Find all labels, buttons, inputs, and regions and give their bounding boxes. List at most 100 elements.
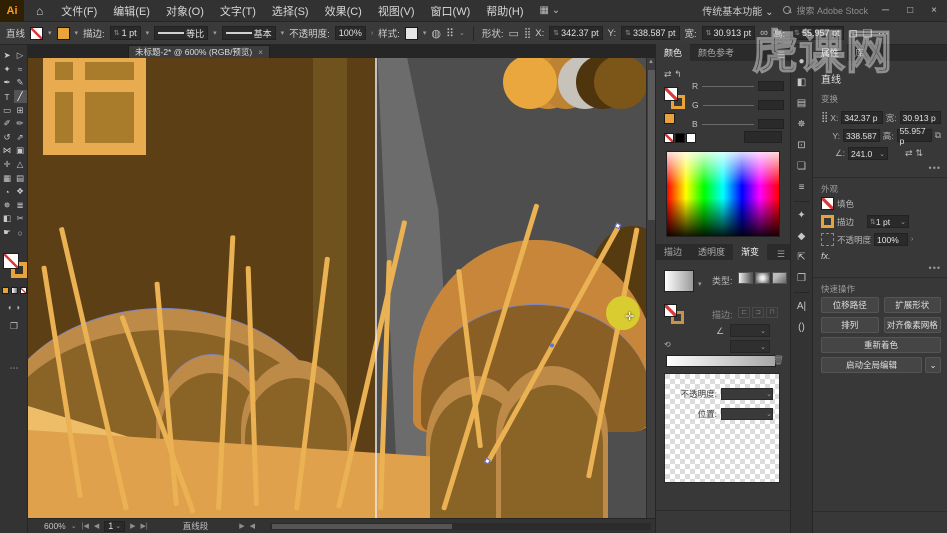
menu-item-7[interactable]: 窗口(W) (431, 6, 471, 18)
style-swatch[interactable] (404, 26, 418, 40)
direct-selection-tool[interactable]: ▷ (14, 49, 27, 63)
zoom-dropdown-icon[interactable]: ⌄ (71, 522, 77, 530)
artboards-panel-icon[interactable]: ❐ (792, 268, 812, 289)
gradient-tool[interactable]: ▤ (14, 171, 27, 185)
align-pixel-grid-button[interactable]: 对齐像素网格 (883, 317, 941, 333)
prop-opacity-label[interactable]: 不透明度 (837, 234, 871, 246)
horizontal-scroll-thumb[interactable] (272, 523, 452, 529)
prop-stroke-swatch[interactable] (821, 215, 834, 228)
shape-builder-tool[interactable]: ⊞ (14, 103, 27, 117)
swatch-none[interactable] (664, 133, 674, 143)
appearance-more-icon[interactable]: ••• (929, 263, 941, 273)
tab-libraries[interactable]: 库 (847, 44, 872, 61)
artboard-number-input[interactable]: 1 ⌄ (104, 520, 126, 532)
zoom-tool[interactable]: ○ (14, 226, 27, 240)
gradient-swatch[interactable] (664, 270, 694, 292)
menu-item-0[interactable]: 文件(F) (61, 6, 97, 18)
color-spectrum[interactable] (666, 151, 780, 237)
menu-item-3[interactable]: 文字(T) (220, 6, 256, 18)
offset-path-button[interactable]: 位移路径 (821, 297, 879, 313)
first-artboard-icon[interactable]: |◀ (82, 522, 89, 530)
minimize-button[interactable]: ─ (878, 5, 893, 16)
prop-width-input[interactable]: 30.913 p (899, 111, 941, 124)
prop-y-input[interactable]: 338.587 (842, 129, 880, 142)
stick-shape[interactable] (378, 260, 392, 511)
color-fill-none[interactable] (664, 87, 678, 101)
home-icon[interactable]: ⌂ (36, 4, 43, 18)
close-button[interactable]: × (927, 5, 941, 16)
blue-slider[interactable] (701, 123, 754, 125)
pen-tool[interactable]: ✒ (1, 76, 14, 90)
menu-item-6[interactable]: 视图(V) (378, 6, 415, 18)
stroke-across-button[interactable]: ⊓ (766, 307, 778, 318)
stick-shape[interactable] (441, 203, 539, 511)
artboard-tool[interactable]: ◧ (1, 212, 14, 226)
opacity-more-icon[interactable]: › (911, 236, 913, 243)
height-input[interactable]: ⇅ 55.957 pt (790, 26, 844, 40)
width-tool[interactable]: ⋈ (1, 144, 14, 158)
canvas[interactable]: ✛ ▲ (28, 58, 655, 518)
status-expand-icon[interactable]: ▶ (239, 522, 244, 530)
column-graph-tool[interactable]: ≣ (14, 199, 27, 213)
delete-stop-icon[interactable]: 🗑 (773, 355, 784, 366)
yellow-circle-shape[interactable] (606, 296, 640, 330)
symbol-sprayer-tool[interactable]: ✵ (1, 199, 14, 213)
selection-tool[interactable]: ➤ (1, 49, 14, 63)
stick-shape[interactable] (216, 235, 235, 511)
more-options-icon[interactable]: ⋯ (878, 27, 889, 40)
blend-tool[interactable]: ❖ (14, 185, 27, 199)
panel-menu-icon[interactable]: ☰ (777, 50, 785, 61)
prop-angle-input[interactable]: 241.0 ⌄ (847, 147, 888, 160)
green-slider[interactable] (702, 104, 754, 106)
tab-properties[interactable]: 属性 (813, 44, 848, 61)
ai-logo[interactable]: Ai (0, 0, 24, 22)
green-value[interactable] (758, 100, 784, 110)
menu-item-5[interactable]: 效果(C) (325, 6, 362, 18)
flip-horizontal-icon[interactable]: ⇄ (905, 148, 913, 159)
export-panel-icon[interactable]: ⇱ (792, 247, 812, 268)
prop-x-input[interactable]: 342.37 p (841, 111, 883, 124)
color-mode-gradient[interactable] (11, 287, 18, 294)
fx-button[interactable]: fx. (821, 251, 831, 261)
stick-shape[interactable] (58, 226, 129, 511)
menu-item-2[interactable]: 对象(O) (166, 6, 204, 18)
width-input[interactable]: ⇅ 30.913 pt (701, 26, 756, 40)
stop-opacity-field[interactable]: ⌄ (721, 388, 773, 400)
scale-tool[interactable]: ⇗ (14, 131, 27, 145)
fill-stroke-indicator[interactable] (3, 253, 27, 279)
swatch-white[interactable] (686, 133, 696, 143)
expand-shape-button[interactable]: 扩展形状 (883, 297, 941, 313)
fill-none-swatch[interactable] (3, 253, 19, 269)
paintbrush-tool[interactable]: ✐ (1, 117, 14, 131)
next-artboard-icon[interactable]: ▶ (130, 522, 135, 530)
transform-icon[interactable]: ⊡ (849, 27, 858, 40)
character-panel-icon[interactable]: A| (792, 296, 812, 317)
swatch-black[interactable] (675, 133, 685, 143)
eyedropper-tool[interactable]: ◔ (1, 185, 14, 199)
menu-item-1[interactable]: 编辑(E) (113, 6, 150, 18)
stick-shape[interactable] (154, 281, 179, 507)
stick-shape[interactable] (336, 220, 407, 509)
perspective-grid-tool[interactable]: △ (14, 158, 27, 172)
graphic-styles-panel-icon[interactable]: ✦ (792, 205, 812, 226)
reference-point-icon[interactable]: ⣿ (821, 112, 828, 123)
curvature-tool[interactable]: ✎ (14, 76, 27, 90)
pathfinder-panel-icon[interactable]: ❏ (792, 156, 812, 177)
align-panel-icon[interactable]: ≡ (792, 177, 812, 198)
zoom-level[interactable]: 600% (44, 521, 66, 531)
layers-panel-icon[interactable]: ◆ (792, 226, 812, 247)
tab-color[interactable]: 颜色 (656, 44, 691, 61)
magic-wand-tool[interactable]: ✦ (1, 63, 14, 77)
stroke-within-button[interactable]: ⊏ (738, 307, 750, 318)
arrange-documents-icon[interactable]: ▦ ⌄ (540, 5, 561, 16)
prop-opacity-input[interactable]: 100% (874, 233, 909, 246)
tab-close-icon[interactable]: × (258, 48, 263, 57)
stick-shape[interactable] (245, 266, 259, 507)
workspace-switcher[interactable]: 传统基本功能 ⌄ (702, 3, 773, 18)
freeform-gradient-button[interactable] (772, 272, 787, 284)
tab-gradient[interactable]: 渐变 (733, 243, 768, 260)
edit-toolbar-icon[interactable]: ⋯ (0, 363, 28, 374)
puppet-warp-tool[interactable]: ✛ (1, 158, 14, 172)
mesh-tool[interactable]: ▦ (1, 171, 14, 185)
anchor-point[interactable] (614, 222, 622, 230)
